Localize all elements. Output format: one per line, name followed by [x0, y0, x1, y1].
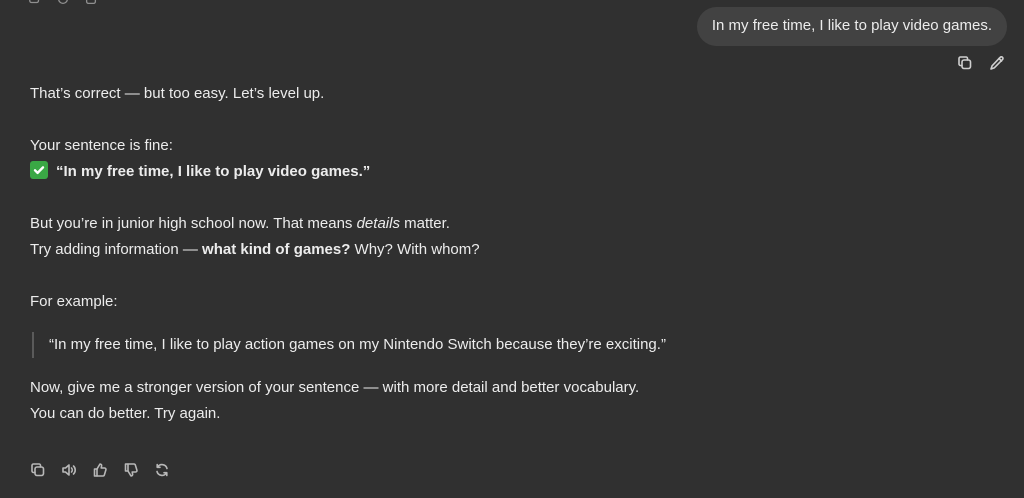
- user-message-text: In my free time, I like to play video ga…: [711, 17, 992, 34]
- assistant-line: Now, give me a stronger version of your …: [30, 379, 640, 396]
- copy-icon[interactable]: [28, 0, 42, 11]
- assistant-line: You can do better. Try again.: [30, 405, 221, 422]
- edit-icon[interactable]: [988, 54, 1006, 72]
- assistant-line: For example:: [30, 293, 118, 310]
- bold-text: what kind of games?: [202, 241, 351, 258]
- speaker-icon[interactable]: [56, 0, 70, 11]
- assistant-line: That’s correct — but too easy. Let’s lev…: [30, 85, 325, 102]
- assistant-line: But you’re in junior high school now. Th…: [30, 215, 450, 232]
- user-message-bubble: In my free time, I like to play video ga…: [696, 7, 1007, 46]
- previous-message-actions: [28, 0, 98, 11]
- thumbs-down-icon[interactable]: [122, 461, 140, 479]
- blockquote-text: “In my free time, I like to play action …: [49, 336, 666, 353]
- assistant-message-actions: [29, 461, 171, 479]
- thumbs-up-icon[interactable]: [91, 461, 109, 479]
- emphasis-text: details: [356, 215, 400, 232]
- copy-icon[interactable]: [29, 461, 47, 479]
- copy-icon[interactable]: [956, 54, 974, 72]
- assistant-line: Your sentence is fine:: [30, 137, 173, 154]
- assistant-line: Try adding information — what kind of ga…: [30, 241, 480, 258]
- thumbs-up-icon[interactable]: [84, 0, 98, 11]
- quoted-sentence: “In my free time, I like to play video g…: [30, 159, 990, 185]
- read-aloud-icon[interactable]: [60, 461, 78, 479]
- user-message-actions: [956, 54, 1006, 72]
- quoted-sentence-text: “In my free time, I like to play video g…: [56, 163, 371, 180]
- assistant-message: That’s correct — but too easy. Let’s lev…: [30, 81, 990, 427]
- regenerate-icon[interactable]: [153, 461, 171, 479]
- checkmark-icon: [30, 161, 48, 179]
- example-blockquote: “In my free time, I like to play action …: [32, 332, 990, 358]
